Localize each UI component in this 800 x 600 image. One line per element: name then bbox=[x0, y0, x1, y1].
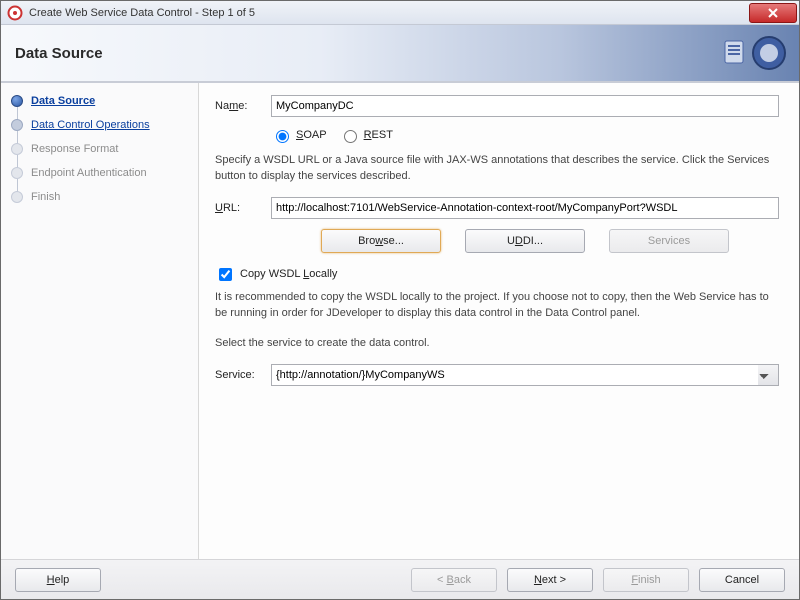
step-response-format: Response Format bbox=[11, 143, 188, 155]
help-button[interactable]: Help bbox=[15, 568, 101, 592]
url-input[interactable] bbox=[271, 197, 779, 219]
titlebar: Create Web Service Data Control - Step 1… bbox=[1, 1, 799, 25]
step-bullet-icon bbox=[11, 167, 23, 179]
name-label: Name: bbox=[215, 100, 271, 112]
step-bullet-icon bbox=[11, 191, 23, 203]
step-list: Data Source Data Control Operations Resp… bbox=[11, 95, 188, 203]
step-endpoint-authentication: Endpoint Authentication bbox=[11, 167, 188, 179]
step-data-source[interactable]: Data Source bbox=[11, 95, 188, 107]
main-panel: Name: SOAP REST Specify a WSDL URL or a … bbox=[199, 83, 799, 559]
step-label: Data Control Operations bbox=[31, 119, 150, 131]
soap-radio-input[interactable] bbox=[276, 130, 289, 143]
close-button[interactable] bbox=[749, 3, 797, 23]
cancel-button[interactable]: Cancel bbox=[699, 568, 785, 592]
protocol-radio-group: SOAP REST bbox=[271, 127, 779, 143]
rest-radio[interactable]: REST bbox=[339, 127, 393, 143]
service-label: Service: bbox=[215, 369, 271, 381]
next-button[interactable]: Next > bbox=[507, 568, 593, 592]
step-label: Finish bbox=[31, 191, 60, 203]
step-data-control-operations[interactable]: Data Control Operations bbox=[11, 119, 188, 131]
step-finish: Finish bbox=[11, 191, 188, 203]
uddi-button[interactable]: UDDI... bbox=[465, 229, 585, 253]
step-label: Endpoint Authentication bbox=[31, 167, 147, 179]
step-label: Data Source bbox=[31, 95, 95, 107]
wizard-window: Create Web Service Data Control - Step 1… bbox=[0, 0, 800, 600]
services-button: Services bbox=[609, 229, 729, 253]
wsdl-description: Specify a WSDL URL or a Java source file… bbox=[215, 153, 779, 185]
banner-decoration-icon bbox=[719, 31, 789, 75]
wizard-footer: Help < Back Next > Finish Cancel bbox=[1, 559, 799, 599]
url-label: URL: bbox=[215, 202, 271, 214]
soap-radio[interactable]: SOAP bbox=[271, 127, 327, 143]
browse-button[interactable]: Browse... bbox=[321, 229, 441, 253]
select-service-hint: Select the service to create the data co… bbox=[215, 336, 779, 352]
copy-wsdl-checkbox[interactable] bbox=[219, 268, 232, 281]
app-icon bbox=[7, 5, 23, 21]
page-title: Data Source bbox=[15, 45, 103, 62]
wizard-sidebar: Data Source Data Control Operations Resp… bbox=[1, 83, 199, 559]
finish-button: Finish bbox=[603, 568, 689, 592]
copy-wsdl-label: Copy WSDL Locally bbox=[240, 268, 337, 280]
wizard-body: Data Source Data Control Operations Resp… bbox=[1, 83, 799, 559]
name-input[interactable] bbox=[271, 95, 779, 117]
copy-wsdl-hint: It is recommended to copy the WSDL local… bbox=[215, 290, 779, 322]
banner: Data Source bbox=[1, 25, 799, 81]
rest-radio-input[interactable] bbox=[344, 130, 357, 143]
step-bullet-icon bbox=[11, 95, 23, 107]
service-select[interactable]: {http://annotation/}MyCompanyWS bbox=[271, 364, 779, 386]
back-button: < Back bbox=[411, 568, 497, 592]
window-title: Create Web Service Data Control - Step 1… bbox=[29, 7, 749, 19]
step-bullet-icon bbox=[11, 119, 23, 131]
step-label: Response Format bbox=[31, 143, 118, 155]
step-bullet-icon bbox=[11, 143, 23, 155]
